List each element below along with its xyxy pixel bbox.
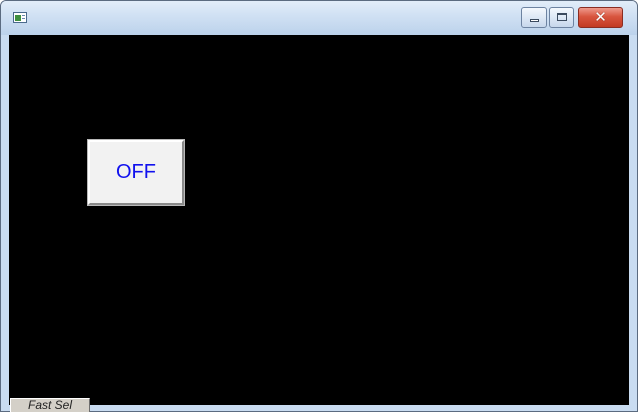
app-window-icon[interactable] — [13, 12, 27, 23]
black-canvas — [9, 35, 629, 405]
title-bar[interactable]: ✕ — [1, 1, 637, 35]
app-icon-line-2 — [22, 18, 25, 19]
fast-sel-tab[interactable]: Fast Sel — [10, 398, 90, 412]
app-icon-block — [15, 15, 21, 21]
close-button[interactable]: ✕ — [578, 7, 623, 28]
window-bottom-frame — [9, 405, 629, 411]
maximize-icon — [557, 13, 567, 21]
app-window: ✕ — [0, 0, 638, 412]
minimize-button[interactable] — [521, 7, 547, 28]
off-toggle-button[interactable]: OFF — [87, 139, 185, 206]
maximize-button[interactable] — [549, 7, 574, 28]
app-icon-line-1 — [22, 15, 25, 16]
close-icon: ✕ — [594, 8, 607, 26]
minimize-icon — [530, 19, 539, 22]
